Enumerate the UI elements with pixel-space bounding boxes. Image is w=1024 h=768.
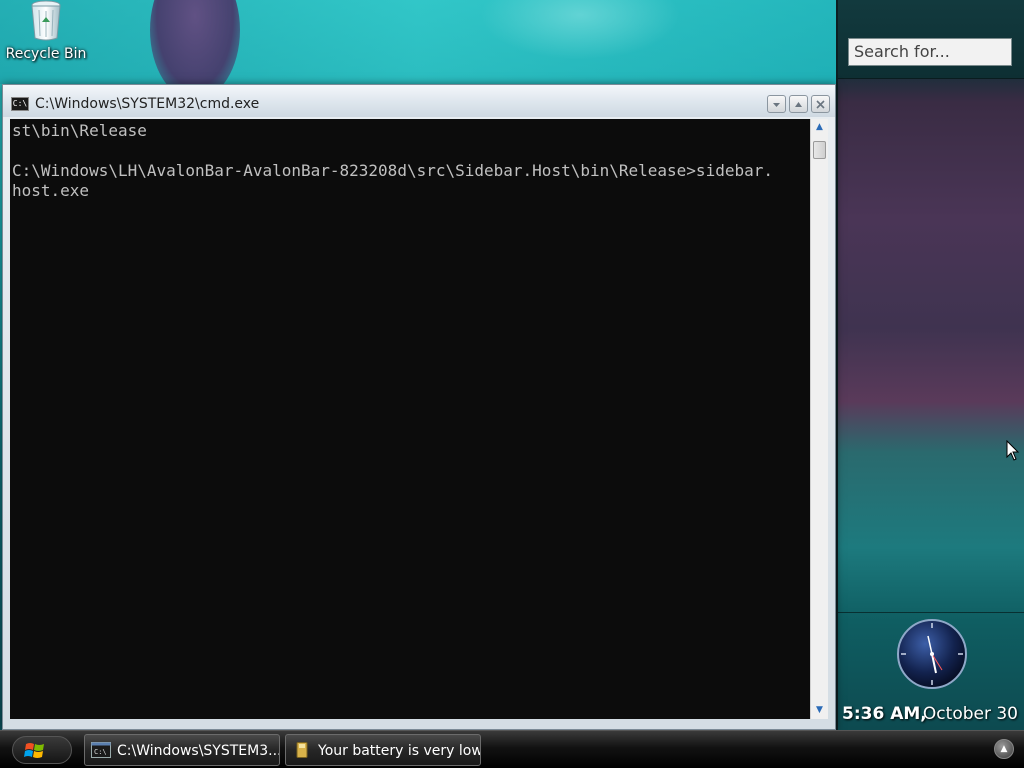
battery-icon <box>296 742 308 758</box>
analog-clock-icon[interactable] <box>896 618 968 690</box>
close-button[interactable] <box>811 95 830 113</box>
scroll-up-arrow-icon[interactable]: ▲ <box>811 119 828 136</box>
wallpaper-band <box>0 0 836 84</box>
desktop: Recycle Bin Search for... 5:36 AM, Octob… <box>0 0 1024 768</box>
maximize-button[interactable] <box>789 95 808 113</box>
console-output[interactable]: st\bin\Release C:\Windows\LH\AvalonBar-A… <box>10 119 810 719</box>
taskbar-item-cmd[interactable]: C:\ C:\Windows\SYSTEM3... <box>84 734 280 766</box>
start-button[interactable] <box>0 733 78 767</box>
mouse-cursor-icon <box>1006 440 1020 461</box>
minimize-icon <box>773 103 780 107</box>
date-text: October 30 <box>922 704 1018 724</box>
sidebar-divider <box>838 612 1024 613</box>
show-hidden-icons-button[interactable]: ▲ <box>994 739 1014 759</box>
recycle-bin-icon <box>31 0 61 41</box>
window-title: C:\Windows\SYSTEM32\cmd.exe <box>35 96 260 112</box>
taskbar-item-battery-warning[interactable]: Your battery is very low <box>285 734 481 766</box>
cmd-window[interactable]: C:\ C:\Windows\SYSTEM32\cmd.exe st\bin\R… <box>2 84 836 730</box>
scroll-thumb[interactable] <box>813 141 826 159</box>
taskbar-item-label: C:\Windows\SYSTEM3... <box>117 743 280 759</box>
sidebar-search-input[interactable]: Search for... <box>848 38 1012 66</box>
sidebar: Search for... 5:36 AM, October 30 <box>836 0 1024 730</box>
cmd-icon: C:\ <box>91 742 111 758</box>
close-icon <box>816 100 825 109</box>
taskbar-item-label: Your battery is very low <box>318 743 481 759</box>
maximize-icon <box>795 102 802 107</box>
console-text: st\bin\Release C:\Windows\LH\AvalonBar-A… <box>12 121 773 200</box>
recycle-bin-label: Recycle Bin <box>5 46 87 62</box>
sidebar-datetime: 5:36 AM, October 30 <box>838 700 1024 728</box>
wallpaper-glow <box>480 0 680 60</box>
svg-text:C:\: C:\ <box>94 748 107 756</box>
cmd-titlebar[interactable]: C:\ C:\Windows\SYSTEM32\cmd.exe <box>3 85 835 117</box>
scroll-down-arrow-icon[interactable]: ▼ <box>811 702 828 719</box>
windows-logo-icon <box>24 743 44 758</box>
cmd-icon[interactable]: C:\ <box>11 97 29 111</box>
minimize-button[interactable] <box>767 95 786 113</box>
time-text: 5:36 AM, <box>842 704 927 724</box>
recycle-bin-shortcut[interactable]: Recycle Bin <box>4 0 88 70</box>
vertical-scrollbar[interactable]: ▲ ▼ <box>810 119 828 719</box>
taskbar: C:\ C:\Windows\SYSTEM3... Your battery i… <box>0 730 1024 768</box>
chevron-up-icon: ▲ <box>1000 744 1008 754</box>
